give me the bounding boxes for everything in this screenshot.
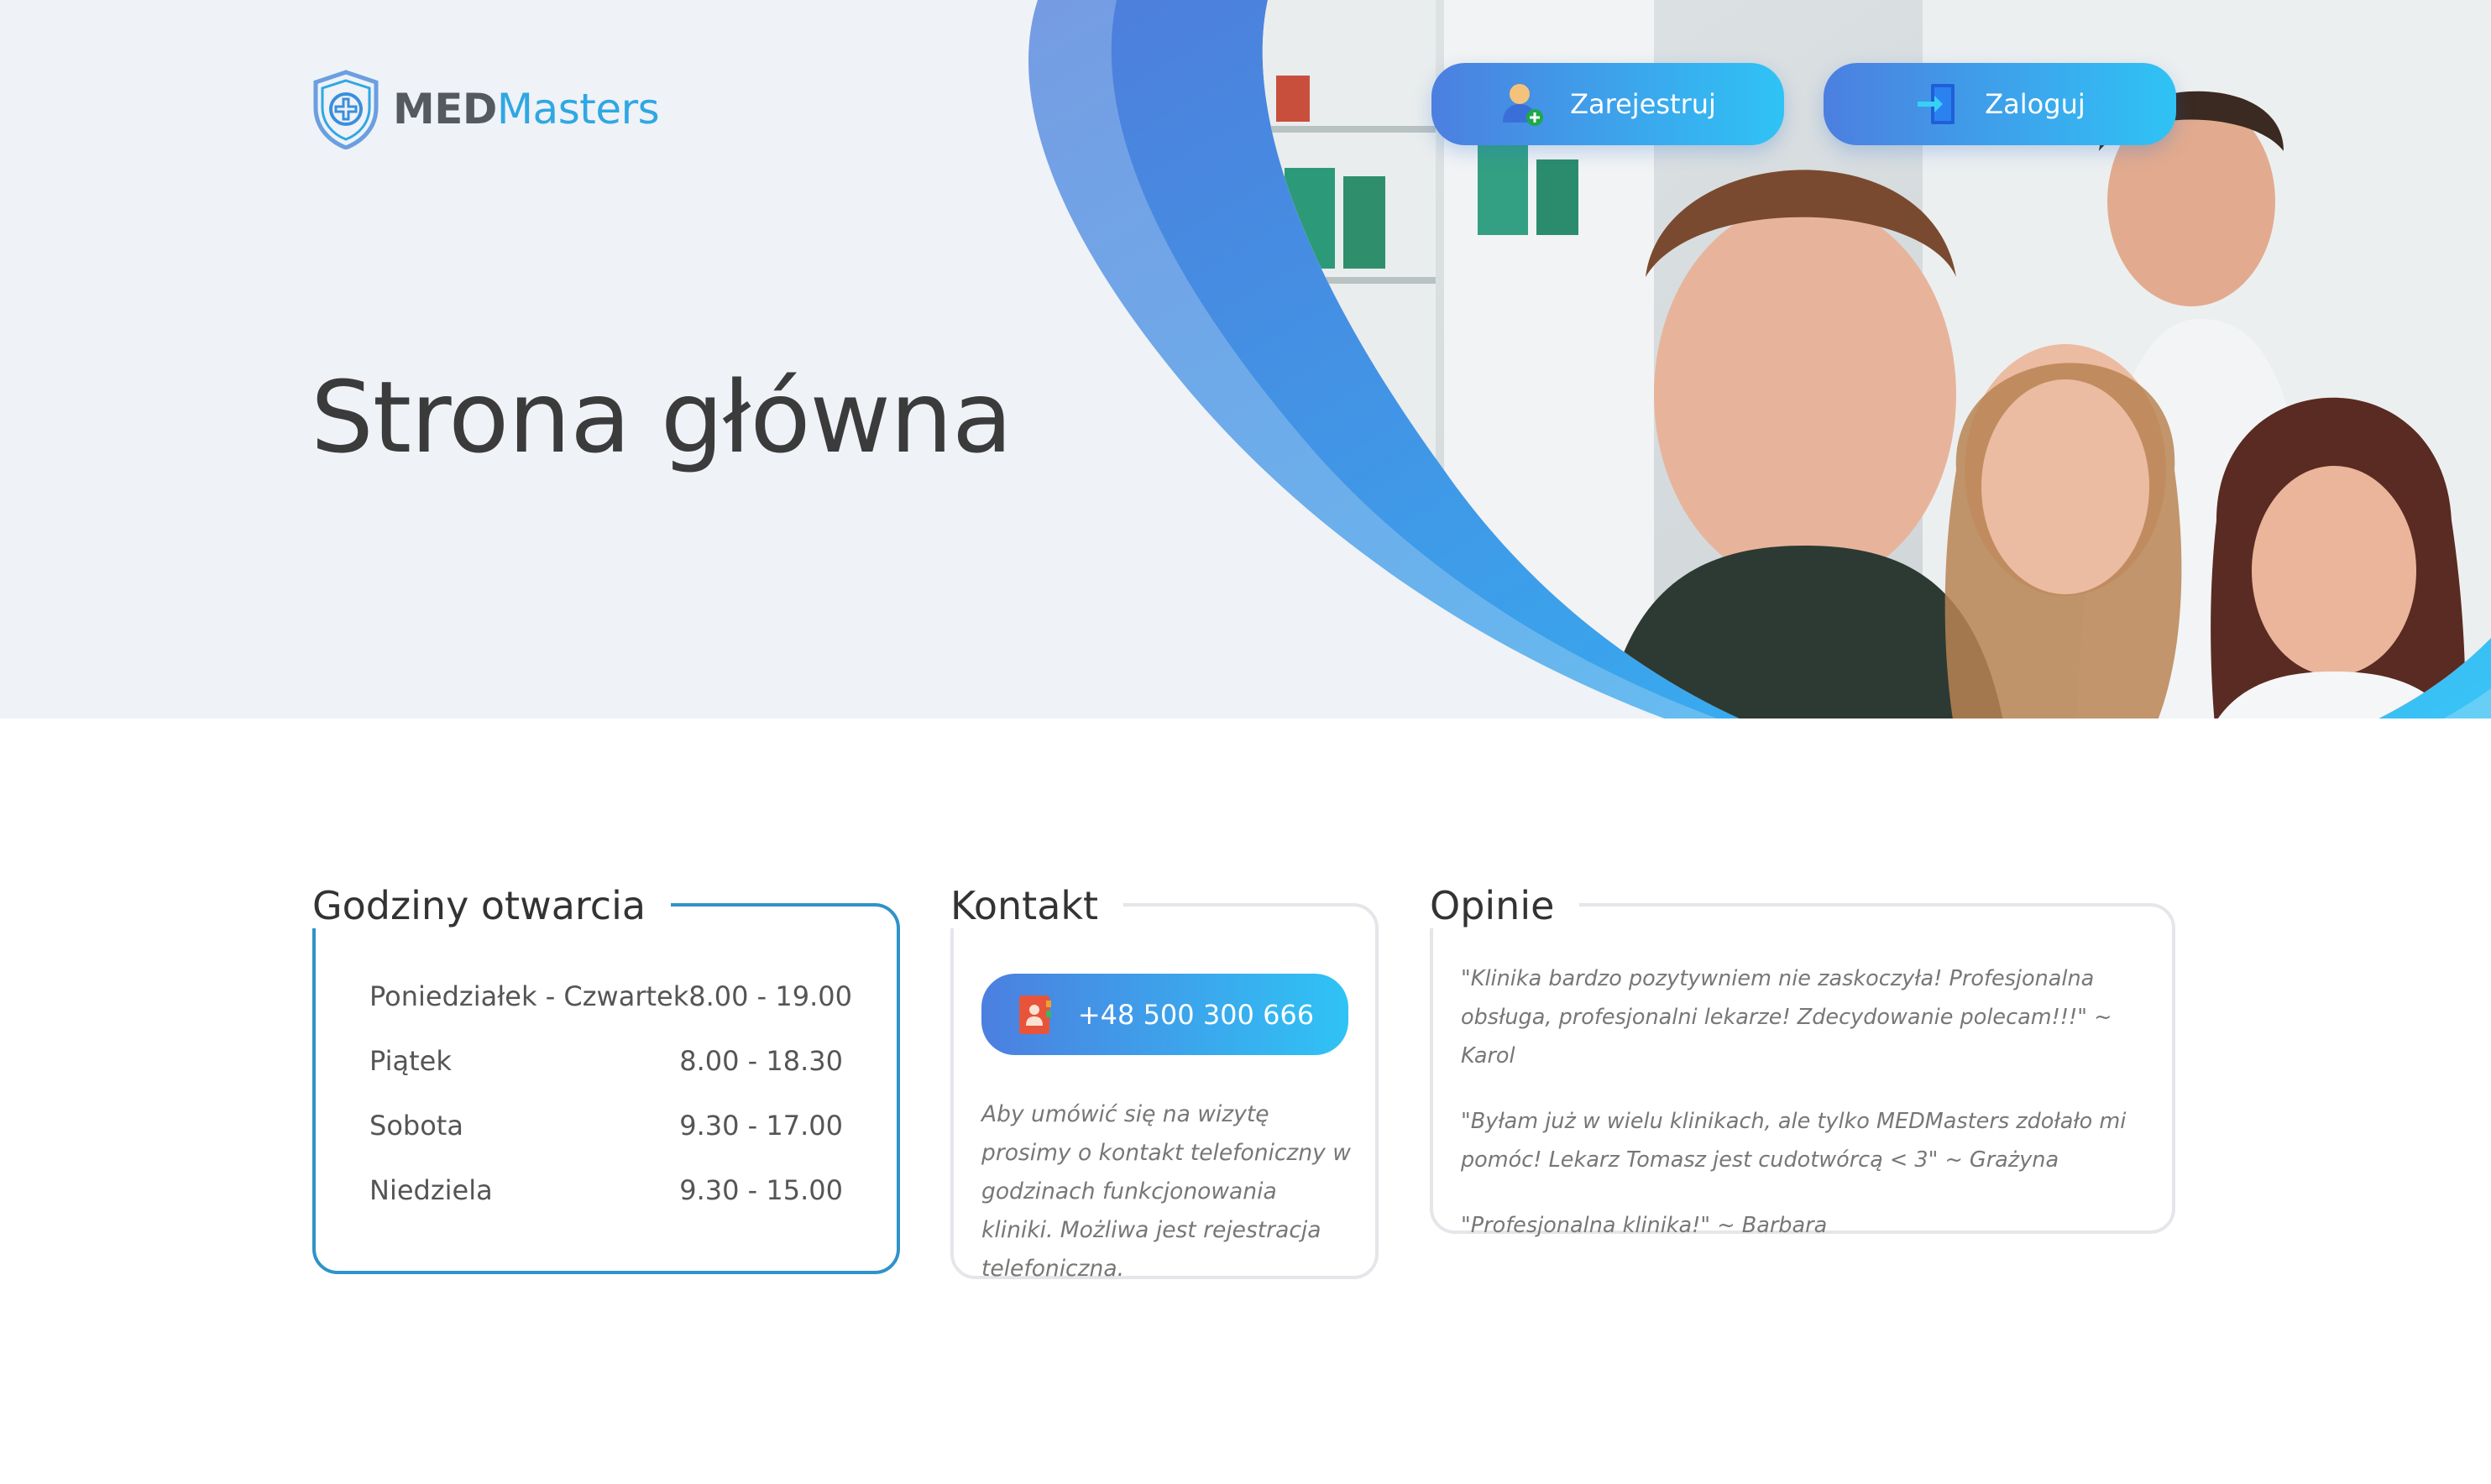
hero-section: MEDMasters Strona główna Zarejestruj Zal… — [0, 0, 2491, 718]
review-item: "Profesjonalna klinika!" ~ Barbara — [1461, 1213, 1828, 1238]
hours-day: Niedziela — [369, 1174, 493, 1206]
opening-hours-table: Poniedziałek - Czwartek 8.00 - 19.00 Pią… — [369, 980, 852, 1239]
opening-hours-title: Godziny otwarcia — [312, 883, 672, 928]
hours-time: 9.30 - 15.00 — [679, 1174, 843, 1206]
hours-time: 8.00 - 19.00 — [688, 980, 852, 1012]
hours-row: Poniedziałek - Czwartek 8.00 - 19.00 — [369, 980, 852, 1045]
add-user-icon — [1503, 84, 1544, 126]
hours-row: Piątek 8.00 - 18.30 — [369, 1045, 843, 1110]
hours-time: 9.30 - 17.00 — [679, 1110, 843, 1142]
brand-name-light: Masters — [496, 85, 660, 133]
hours-day: Piątek — [369, 1045, 452, 1077]
register-button[interactable]: Zarejestruj — [1431, 63, 1784, 145]
review-item: "Klinika bardzo pozytywniem nie zaskoczy… — [1461, 966, 2112, 1069]
page-title: Strona główna — [311, 359, 1013, 475]
contact-title: Kontakt — [950, 883, 1124, 928]
login-icon — [1918, 84, 1955, 124]
phone-button[interactable]: +48 500 300 666 — [981, 974, 1348, 1055]
brand-name: MEDMasters — [393, 85, 660, 133]
login-label: Zaloguj — [1985, 88, 2085, 120]
hours-time: 8.00 - 18.30 — [679, 1045, 843, 1077]
hours-day: Poniedziałek - Czwartek — [369, 980, 689, 1012]
hours-day: Sobota — [369, 1110, 463, 1142]
contact-note: Aby umówić się na wizytę prosimy o konta… — [981, 1101, 1351, 1282]
reviews-title: Opinie — [1430, 883, 1580, 928]
register-label: Zarejestruj — [1570, 88, 1716, 120]
medical-shield-icon — [313, 70, 379, 149]
reviews-list: "Klinika bardzo pozytywniem nie zaskoczy… — [1461, 959, 2158, 1272]
brand-name-bold: MED — [393, 85, 497, 133]
brand-logo[interactable]: MEDMasters — [311, 69, 660, 149]
contact-book-icon — [1018, 995, 1051, 1034]
phone-number: +48 500 300 666 — [1077, 998, 1315, 1031]
login-button[interactable]: Zaloguj — [1824, 63, 2176, 145]
hours-row: Sobota 9.30 - 17.00 — [369, 1110, 843, 1174]
hours-row: Niedziela 9.30 - 15.00 — [369, 1174, 843, 1239]
review-item: "Byłam już w wielu klinikach, ale tylko … — [1461, 1109, 2127, 1173]
